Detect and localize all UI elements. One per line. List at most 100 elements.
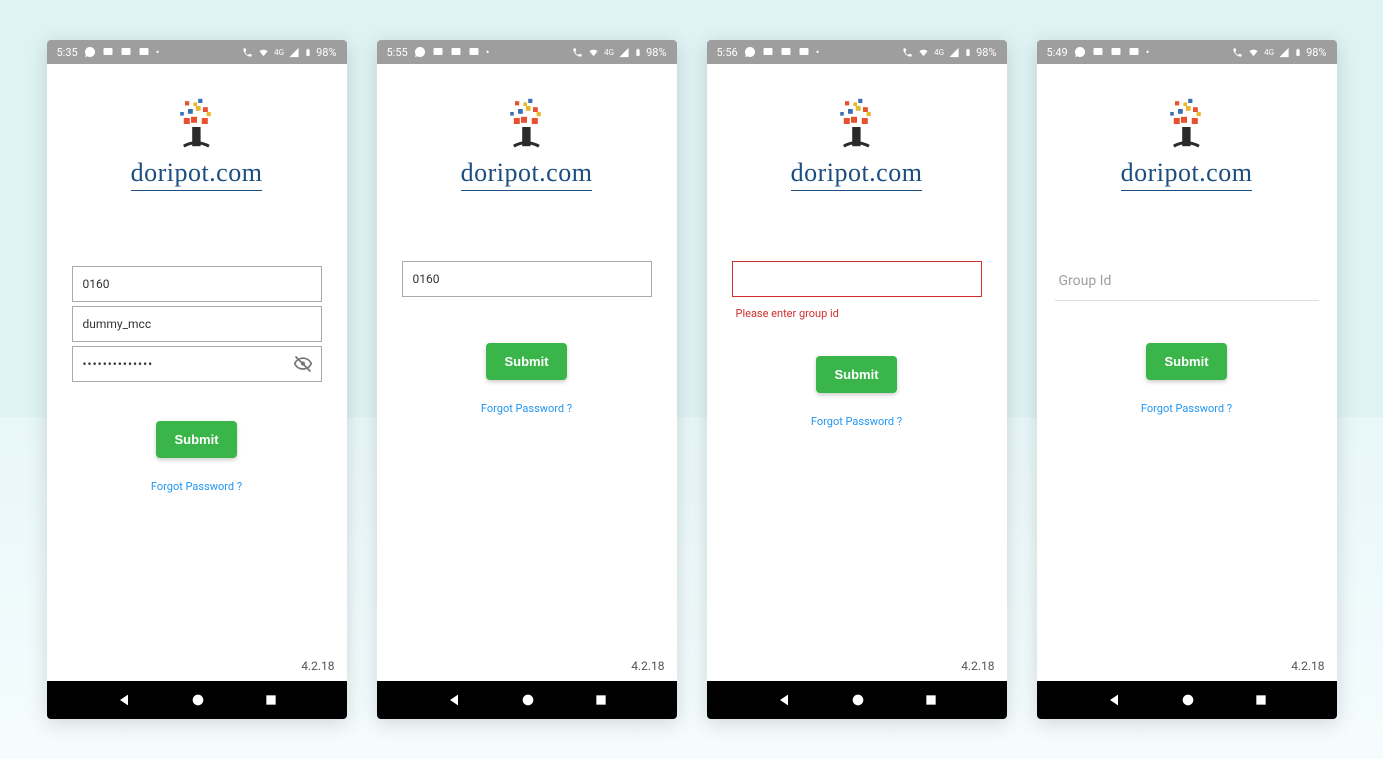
chat-icon-2 (1128, 46, 1140, 58)
phone-icon (242, 47, 253, 58)
submit-button[interactable]: Submit (486, 343, 566, 380)
forgot-password-link[interactable]: Forgot Password ? (811, 415, 902, 428)
signal-icon (948, 47, 960, 58)
nav-bar (377, 681, 677, 719)
forgot-password-link[interactable]: Forgot Password ? (151, 480, 242, 493)
recent-button[interactable] (264, 693, 278, 707)
status-bar: 5:55 • 4G 98% (377, 40, 677, 64)
message-icon (1092, 46, 1104, 58)
phone-screen-2: 5:55 • 4G 98% (377, 40, 677, 719)
dot-icon: • (156, 46, 160, 59)
phone-screen-1: 5:35 • 4G 98% (47, 40, 347, 719)
clock: 5:35 (57, 46, 78, 59)
battery-icon (634, 46, 642, 59)
wifi-icon (587, 47, 600, 58)
battery-icon (304, 46, 312, 59)
group-id-input[interactable]: 0160 (72, 266, 322, 302)
status-bar: 5:56 • 4G 98% (707, 40, 1007, 64)
recent-button[interactable] (594, 693, 608, 707)
group-id-input[interactable] (732, 261, 982, 297)
brand-name: doripot.com (791, 158, 923, 191)
battery-icon (964, 46, 972, 59)
version-label: 4.2.18 (1291, 659, 1324, 673)
battery-icon (1294, 46, 1302, 59)
chat-icon (1110, 46, 1122, 58)
logo: doripot.com (131, 94, 263, 191)
message-icon (432, 46, 444, 58)
logo: doripot.com (461, 94, 593, 191)
version-label: 4.2.18 (631, 659, 664, 673)
clock: 5:55 (387, 46, 408, 59)
home-button[interactable] (190, 692, 206, 708)
forgot-password-link[interactable]: Forgot Password ? (1141, 402, 1232, 415)
version-label: 4.2.18 (301, 659, 334, 673)
group-id-input[interactable]: 0160 (402, 261, 652, 297)
network-label: 4G (604, 48, 614, 57)
brand-name: doripot.com (1121, 158, 1253, 191)
network-label: 4G (274, 48, 284, 57)
chat-icon-2 (138, 46, 150, 58)
message-icon (762, 46, 774, 58)
chat-icon (450, 46, 462, 58)
forgot-password-link[interactable]: Forgot Password ? (481, 402, 572, 415)
network-label: 4G (934, 48, 944, 57)
content-area: doripot.com Group Id Submit Forgot Passw… (1037, 64, 1337, 681)
version-label: 4.2.18 (961, 659, 994, 673)
content-area: doripot.com 0160 Submit Forgot Password … (377, 64, 677, 681)
password-input[interactable]: •••••••••••••• (72, 346, 322, 382)
group-id-input[interactable]: Group Id (1055, 261, 1319, 301)
dot-icon: • (1146, 46, 1150, 59)
phone-screen-3: 5:56 • 4G 98% (707, 40, 1007, 719)
wifi-icon (257, 47, 270, 58)
chat-icon-2 (798, 46, 810, 58)
nav-bar (1037, 681, 1337, 719)
back-button[interactable] (1106, 692, 1122, 708)
dot-icon: • (486, 46, 490, 59)
phone-icon (902, 47, 913, 58)
home-button[interactable] (1180, 692, 1196, 708)
back-button[interactable] (776, 692, 792, 708)
password-value: •••••••••••••• (83, 357, 154, 371)
status-left: 5:55 • (387, 46, 490, 59)
battery-percent: 98% (646, 46, 666, 59)
brand-name: doripot.com (131, 158, 263, 191)
signal-icon (618, 47, 630, 58)
username-input[interactable]: dummy_mcc (72, 306, 322, 342)
battery-percent: 98% (976, 46, 996, 59)
content-area: doripot.com Please enter group id Submit… (707, 64, 1007, 681)
signal-icon (1278, 47, 1290, 58)
home-button[interactable] (520, 692, 536, 708)
status-right: 4G 98% (572, 46, 666, 59)
clock: 5:56 (717, 46, 738, 59)
whatsapp-icon (1074, 46, 1086, 58)
back-button[interactable] (116, 692, 132, 708)
status-bar: 5:35 • 4G 98% (47, 40, 347, 64)
phone-screen-4: 5:49 • 4G 98% (1037, 40, 1337, 719)
visibility-off-icon[interactable] (293, 354, 313, 374)
whatsapp-icon (414, 46, 426, 58)
submit-button[interactable]: Submit (816, 356, 896, 393)
phone-icon (572, 47, 583, 58)
logo-icon (167, 94, 227, 154)
home-button[interactable] (850, 692, 866, 708)
brand-name: doripot.com (461, 158, 593, 191)
chat-icon-2 (468, 46, 480, 58)
battery-percent: 98% (316, 46, 336, 59)
clock: 5:49 (1047, 46, 1068, 59)
whatsapp-icon (744, 46, 756, 58)
submit-button[interactable]: Submit (156, 421, 236, 458)
back-button[interactable] (446, 692, 462, 708)
nav-bar (707, 681, 1007, 719)
status-left: 5:56 • (717, 46, 820, 59)
network-label: 4G (1264, 48, 1274, 57)
submit-button[interactable]: Submit (1146, 343, 1226, 380)
chat-icon (120, 46, 132, 58)
status-right: 4G 98% (902, 46, 996, 59)
status-right: 4G 98% (1232, 46, 1326, 59)
wifi-icon (1247, 47, 1260, 58)
error-message: Please enter group id (732, 307, 982, 320)
wifi-icon (917, 47, 930, 58)
recent-button[interactable] (1254, 693, 1268, 707)
recent-button[interactable] (924, 693, 938, 707)
status-right: 4G 98% (242, 46, 336, 59)
